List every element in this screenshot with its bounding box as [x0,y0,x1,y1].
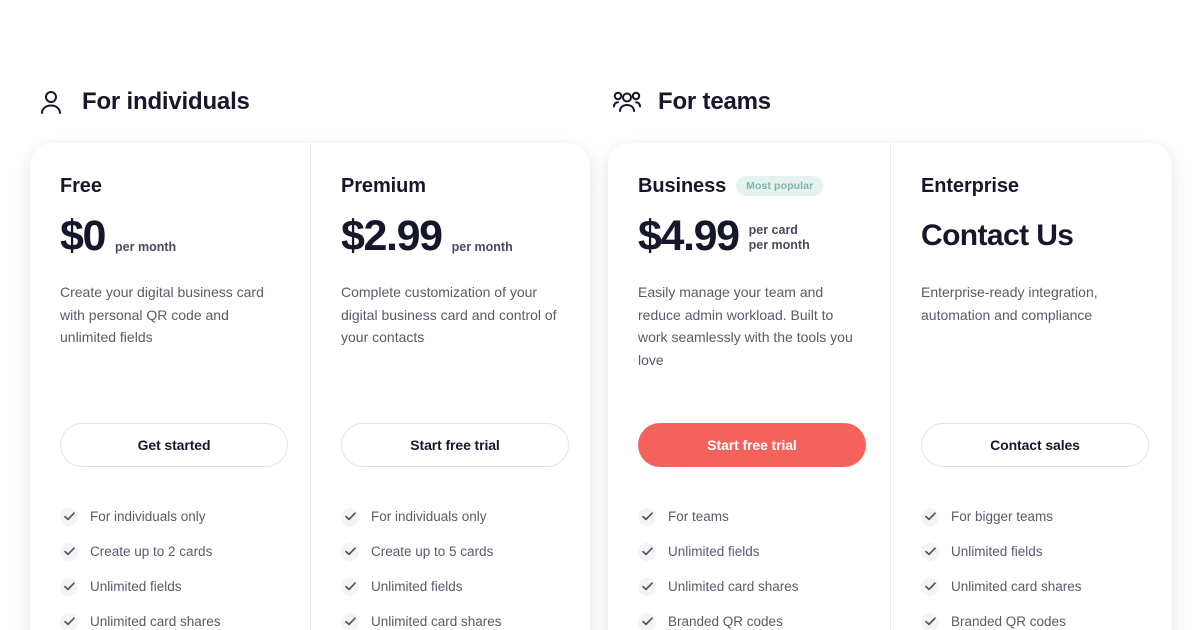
feature-label: Unlimited fields [90,578,182,594]
list-item: Unlimited card shares [60,604,280,630]
status-badge-most-popular: Most popular [736,176,824,196]
list-item: Unlimited fields [921,534,1142,569]
list-item: Branded QR codes [638,604,860,630]
plan-description-premium: Complete customization of your digital b… [341,284,557,345]
list-item: For teams [638,499,860,534]
feature-label: Create up to 5 cards [371,543,494,559]
start-free-trial-business-button[interactable]: Start free trial [638,423,866,467]
cta-wrap-free: Get started [60,423,288,467]
price-unit-business: per card per month [748,223,810,252]
check-icon [341,507,359,526]
pricing-plan-business: Business Most popular $4.99 per card per… [608,143,890,630]
plan-name-free: Free [60,174,102,197]
get-started-button[interactable]: Get started [60,423,288,467]
plan-price-enterprise: Contact Us [921,213,1142,259]
check-icon [921,612,939,630]
list-item: Create up to 2 cards [60,534,280,569]
pricing-page: For individuals For teams Free $0 per mo… [0,0,1200,630]
feature-label: Unlimited fields [371,578,463,594]
plan-price-premium: $2.99 per month [341,213,560,259]
check-icon [60,507,78,526]
check-icon [341,542,359,561]
feature-list-premium: For individuals only Create up to 5 card… [341,499,560,630]
feature-label: Unlimited card shares [951,578,1082,594]
check-icon [638,507,656,526]
section-title-individuals: For individuals [82,88,250,115]
feature-label: Unlimited fields [951,543,1043,559]
feature-label: Branded QR codes [951,613,1066,629]
feature-label: Unlimited fields [668,543,760,559]
list-item: Branded QR codes [921,604,1142,630]
start-free-trial-premium-button[interactable]: Start free trial [341,423,569,467]
section-title-teams: For teams [658,88,771,115]
price-amount-business: $4.99 [638,212,740,260]
list-item: Unlimited fields [341,569,560,604]
check-icon [638,612,656,630]
feature-label: For bigger teams [951,508,1054,524]
check-icon [638,542,656,561]
pricing-plan-premium: Premium $2.99 per month Complete customi… [310,143,590,630]
feature-list-free: For individuals only Create up to 2 card… [60,499,280,630]
price-unit-premium: per month [451,240,513,254]
list-item: Unlimited fields [638,534,860,569]
list-item: Unlimited card shares [341,604,560,630]
list-item: Unlimited card shares [638,569,860,604]
cta-wrap-enterprise: Contact sales [921,423,1149,467]
check-icon [60,542,78,561]
plan-header-premium: Premium [341,173,560,199]
price-amount-free: $0 [60,212,106,260]
feature-label: For teams [668,508,729,524]
pricing-card-group-individuals: Free $0 per month Create your digital bu… [30,143,590,630]
cta-wrap-premium: Start free trial [341,423,569,467]
feature-label: Unlimited card shares [371,613,502,629]
plan-name-enterprise: Enterprise [921,174,1019,197]
list-item: Create up to 5 cards [341,534,560,569]
pricing-plan-free: Free $0 per month Create your digital bu… [30,143,310,630]
list-item: Unlimited card shares [921,569,1142,604]
price-amount-enterprise: Contact Us [921,219,1074,252]
plan-price-business: $4.99 per card per month [638,213,860,259]
person-icon [36,86,66,118]
check-icon [60,577,78,596]
price-amount-premium: $2.99 [341,212,443,260]
list-item: For individuals only [60,499,280,534]
plan-description-enterprise: Enterprise-ready integration, automation… [921,284,1098,323]
plan-header-business: Business Most popular [638,173,860,199]
section-header-individuals: For individuals [36,86,250,118]
plan-header-free: Free [60,173,280,199]
check-icon [638,577,656,596]
plan-price-free: $0 per month [60,213,280,259]
contact-sales-button[interactable]: Contact sales [921,423,1149,467]
feature-label: For individuals only [371,508,487,524]
check-icon [341,577,359,596]
feature-label: Create up to 2 cards [90,543,213,559]
feature-label: Branded QR codes [668,613,783,629]
feature-label: For individuals only [90,508,206,524]
pricing-card-group-teams: Business Most popular $4.99 per card per… [608,143,1172,630]
list-item: For individuals only [341,499,560,534]
plan-name-business: Business [638,174,727,197]
price-unit-free: per month [115,240,177,254]
check-icon [921,542,939,561]
plan-name-premium: Premium [341,174,426,197]
section-header-teams: For teams [612,86,771,118]
feature-list-enterprise: For bigger teams Unlimited fields Unlimi… [921,499,1142,630]
feature-label: Unlimited card shares [668,578,799,594]
check-icon [60,612,78,630]
plan-header-enterprise: Enterprise [921,173,1142,199]
list-item: Unlimited fields [60,569,280,604]
check-icon [921,577,939,596]
check-icon [341,612,359,630]
check-icon [921,507,939,526]
feature-list-business: For teams Unlimited fields Unlimited car… [638,499,860,630]
cta-wrap-business: Start free trial [638,423,866,467]
plan-description-business: Easily manage your team and reduce admin… [638,284,853,368]
plan-description-free: Create your digital business card with p… [60,284,264,345]
people-icon [612,86,642,118]
feature-label: Unlimited card shares [90,613,221,629]
pricing-plan-enterprise: Enterprise Contact Us Enterprise-ready i… [890,143,1172,630]
list-item: For bigger teams [921,499,1142,534]
